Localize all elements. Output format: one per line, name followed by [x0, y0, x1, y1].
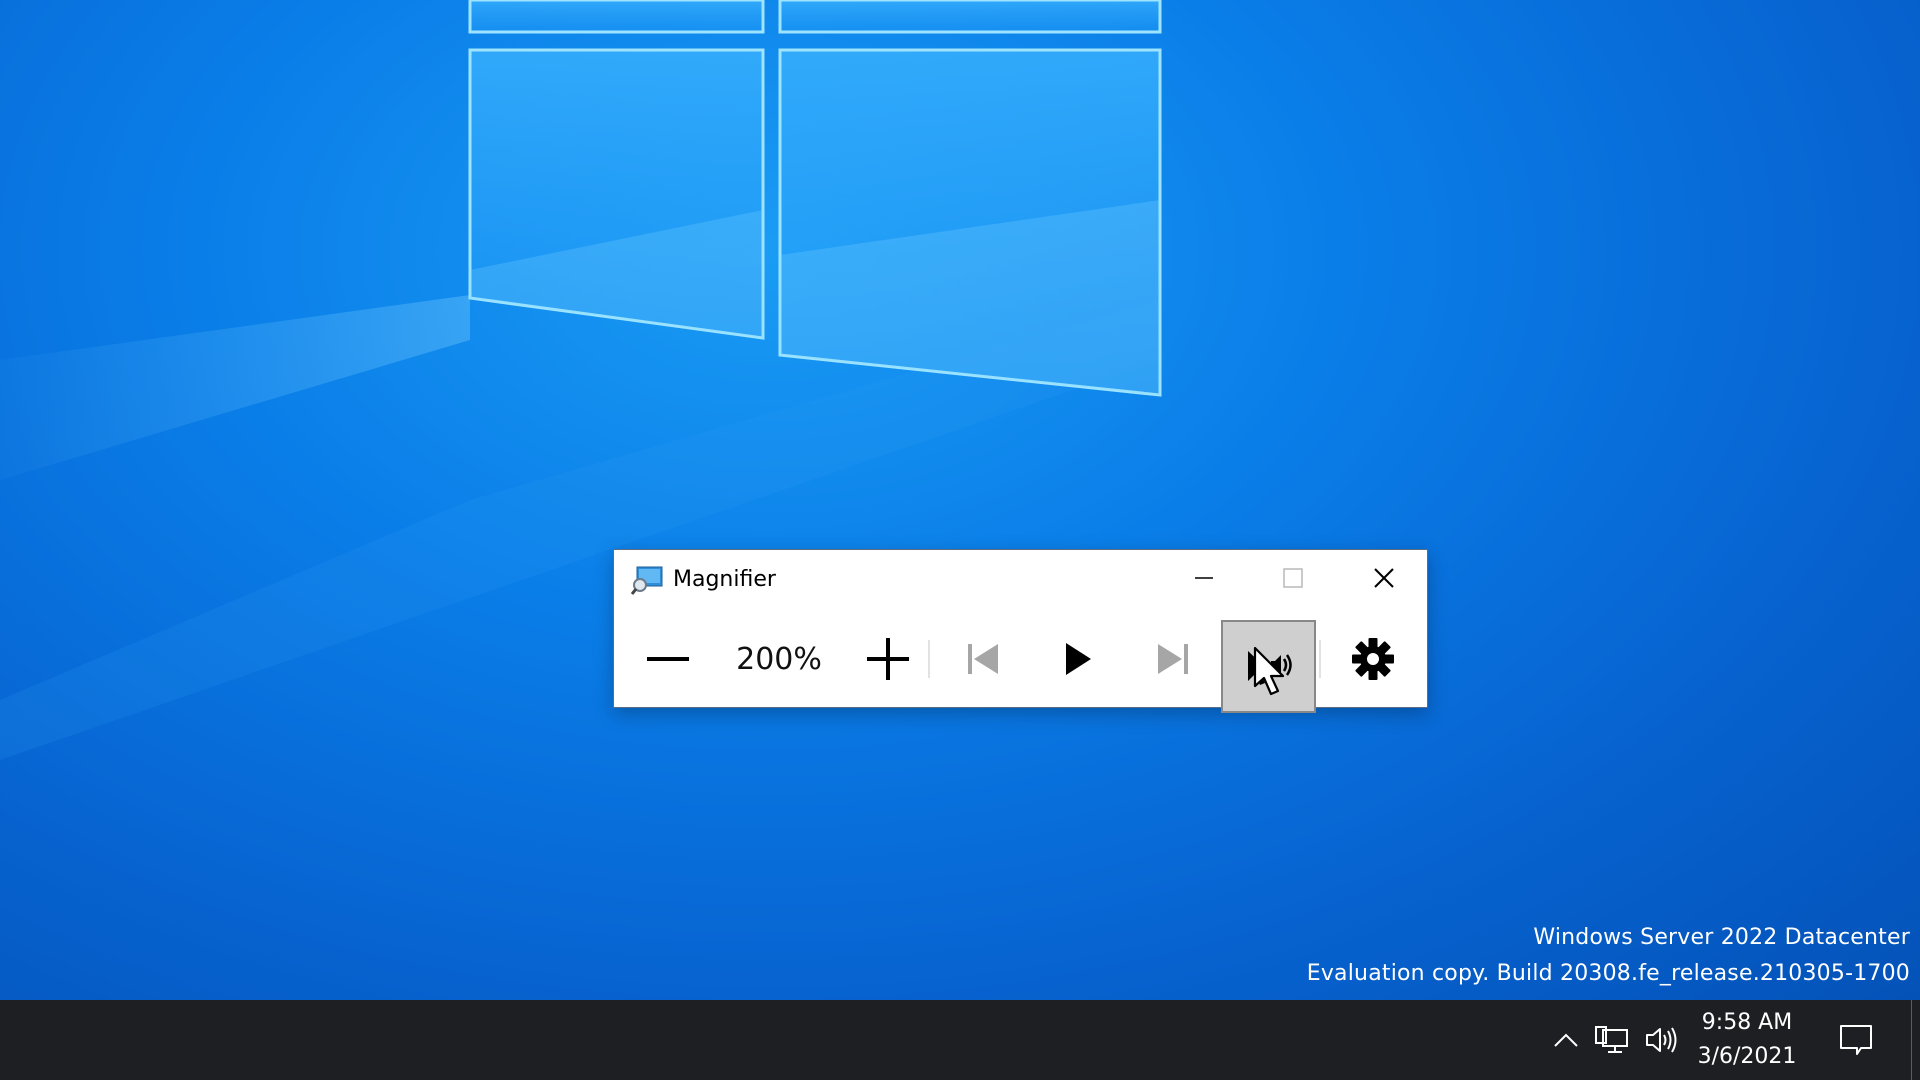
zoom-level: 200%	[736, 641, 822, 677]
taskbar: 9:58 AM 3/6/2021	[0, 1000, 1920, 1080]
action-center-button[interactable]	[1826, 1016, 1886, 1064]
settings-button[interactable]	[1329, 627, 1417, 691]
read-from-here-icon	[1247, 650, 1292, 685]
close-icon	[1374, 568, 1394, 588]
volume-icon	[1646, 1027, 1677, 1053]
close-button[interactable]	[1340, 550, 1428, 606]
windows-edition-watermark: Windows Server 2022 Datacenter Evaluatio…	[1307, 920, 1910, 992]
desktop-background: Windows Server 2022 Datacenter Evaluatio…	[0, 0, 1920, 1000]
magnifier-app-icon	[631, 566, 663, 595]
clock-date: 3/6/2021	[1697, 1044, 1797, 1069]
zoom-in-button[interactable]	[844, 627, 932, 691]
notifications-icon	[1840, 1025, 1872, 1055]
previous-sentence-button[interactable]	[939, 627, 1027, 691]
show-hidden-icons-button[interactable]	[1548, 1020, 1584, 1060]
toolbar-separator	[928, 640, 930, 678]
maximize-icon	[1283, 568, 1303, 588]
skip-previous-icon	[968, 644, 998, 674]
minimize-icon	[1195, 577, 1213, 579]
minus-icon	[647, 657, 689, 661]
read-from-here-button[interactable]	[1221, 620, 1316, 713]
window-title: Magnifier	[673, 567, 776, 592]
clock-time: 9:58 AM	[1701, 1010, 1793, 1035]
chevron-up-icon	[1554, 1033, 1578, 1047]
zoom-out-button[interactable]	[624, 627, 712, 691]
watermark-build: Evaluation copy. Build 20308.fe_release.…	[1306, 961, 1910, 986]
maximize-button[interactable]	[1249, 550, 1337, 606]
volume-tray-button[interactable]	[1640, 1018, 1684, 1062]
plus-icon	[867, 638, 909, 680]
network-tray-button[interactable]	[1590, 1018, 1634, 1062]
gear-icon	[1352, 638, 1394, 680]
network-icon	[1595, 1026, 1628, 1053]
play-icon	[1066, 643, 1091, 675]
magnifier-toolbar: 200%	[614, 610, 1427, 713]
next-sentence-button[interactable]	[1129, 627, 1217, 691]
play-button[interactable]	[1034, 627, 1122, 691]
minimize-button[interactable]	[1160, 550, 1248, 606]
magnifier-window: Magnifier 200%	[613, 549, 1428, 713]
watermark-edition: Windows Server 2022 Datacenter	[1533, 925, 1910, 950]
windows-logo-wallpaper	[0, 0, 1162, 760]
toolbar-separator	[1319, 640, 1321, 678]
skip-next-icon	[1158, 644, 1188, 674]
title-bar[interactable]: Magnifier	[614, 550, 1427, 610]
show-desktop-button[interactable]	[1911, 1000, 1920, 1080]
taskbar-clock[interactable]: 9:58 AM 3/6/2021	[1692, 1004, 1802, 1076]
